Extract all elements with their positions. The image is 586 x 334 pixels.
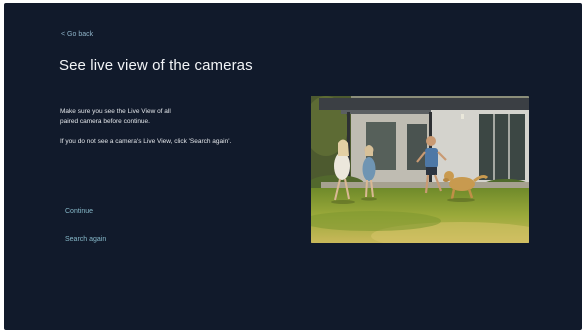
instruction-line-1: Make sure you see the Live View of all (60, 108, 171, 115)
camera-live-view (311, 96, 529, 243)
page-title: See live view of the cameras (59, 57, 253, 74)
camera-setup-screen: < Go back See live view of the cameras M… (4, 3, 582, 330)
search-again-button[interactable]: Search again (65, 236, 106, 243)
continue-button[interactable]: Continue (65, 208, 93, 215)
instruction-line-3: If you do not see a camera's Live View, … (60, 138, 232, 145)
live-view-image (311, 96, 529, 243)
go-back-link[interactable]: < Go back (61, 31, 93, 38)
instruction-line-2: paired camera before continue. (60, 118, 150, 125)
